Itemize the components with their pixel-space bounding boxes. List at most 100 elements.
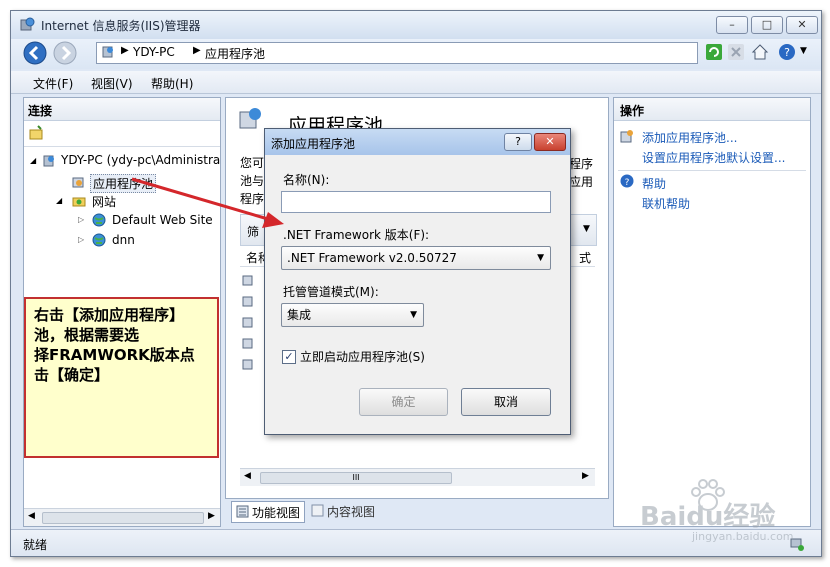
add-app-pool-dialog: 添加应用程序池 ? ✕ 名称(N): .NET Framework 版本(F):… bbox=[264, 128, 571, 435]
menu-help[interactable]: 帮助(H) bbox=[151, 75, 193, 92]
app-pool-icon[interactable] bbox=[242, 337, 254, 349]
pipeline-mode-selected-value: 集成 bbox=[287, 308, 312, 322]
divider bbox=[24, 146, 220, 147]
name-input[interactable] bbox=[281, 191, 551, 213]
crumb-separator-icon: ▶ bbox=[121, 45, 129, 56]
ok-button[interactable]: 确定 bbox=[359, 388, 448, 416]
action-add-app-pool[interactable]: 添加应用程序池... bbox=[642, 129, 737, 146]
cancel-button[interactable]: 取消 bbox=[461, 388, 551, 416]
filter-dropdown-icon[interactable]: ▼ bbox=[583, 224, 590, 234]
list-items bbox=[242, 274, 254, 374]
svg-text:?: ? bbox=[625, 178, 630, 188]
list-horizontal-scrollbar[interactable]: ◀ III ▶ bbox=[240, 468, 595, 486]
dialog-title-bar: 添加应用程序池 ? ✕ bbox=[265, 129, 570, 155]
help-icon[interactable]: ? bbox=[778, 43, 796, 61]
description-text: 程序 bbox=[240, 192, 265, 206]
help-icon: ? bbox=[620, 174, 634, 188]
divider bbox=[618, 170, 806, 171]
close-button[interactable]: ✕ bbox=[786, 16, 818, 34]
svg-text:?: ? bbox=[784, 46, 790, 59]
new-connection-icon[interactable] bbox=[28, 125, 44, 141]
tab-label: 功能视图 bbox=[252, 506, 301, 520]
connections-header: 连接 bbox=[24, 98, 220, 121]
expand-collapse-icon[interactable]: ◢ bbox=[56, 196, 62, 205]
note-line: 右击【添加应用程序】 bbox=[34, 306, 185, 324]
tree-item-app-pools[interactable]: 应用程序池 bbox=[90, 174, 157, 193]
iis-app-icon bbox=[20, 17, 35, 31]
maximize-button[interactable]: □ bbox=[751, 16, 783, 34]
expand-icon[interactable]: ▷ bbox=[78, 235, 84, 244]
dialog-title: 添加应用程序池 bbox=[271, 137, 356, 151]
description-text: 应用 bbox=[569, 175, 594, 189]
instruction-note: 右击【添加应用程序】 池，根据需要选 择FRAMWORK版本点 击【确定】 bbox=[24, 297, 219, 458]
dialog-close-button[interactable]: ✕ bbox=[534, 133, 566, 151]
note-line: 击【确定】 bbox=[34, 366, 110, 384]
description-text: 池与 bbox=[240, 174, 265, 188]
action-online-help[interactable]: 联机帮助 bbox=[642, 195, 690, 212]
tab-features-view[interactable]: 功能视图 bbox=[231, 501, 305, 523]
baidu-watermark: Baidu经验 jingyan.baidu.com bbox=[640, 478, 820, 548]
filter-label: 筛 bbox=[247, 225, 260, 239]
description-text: 程序 bbox=[569, 157, 594, 171]
app-pool-icon[interactable] bbox=[242, 295, 254, 307]
tab-label: 内容视图 bbox=[327, 505, 376, 519]
pipeline-mode-select[interactable]: 集成 ▼ bbox=[281, 303, 424, 327]
expand-collapse-icon[interactable]: ◢ bbox=[30, 156, 36, 165]
scroll-thumb[interactable]: III bbox=[260, 472, 452, 484]
status-text: 就绪 bbox=[23, 538, 48, 552]
home-icon[interactable] bbox=[751, 43, 769, 61]
tree-item-dnn[interactable]: dnn bbox=[112, 233, 135, 247]
refresh-icon[interactable] bbox=[706, 44, 722, 60]
app-pool-large-icon bbox=[239, 108, 261, 129]
connections-title: 连接 bbox=[28, 104, 53, 118]
menu-view[interactable]: 视图(V) bbox=[91, 75, 133, 92]
autostart-checkbox[interactable]: ✓ bbox=[282, 350, 296, 364]
framework-select[interactable]: .NET Framework v2.0.50727 ▼ bbox=[281, 246, 551, 270]
chevron-down-icon: ▼ bbox=[537, 253, 544, 263]
app-pool-icon[interactable] bbox=[242, 358, 254, 370]
pipeline-mode-label: 托管管道模式(M): bbox=[283, 285, 379, 299]
actions-header: 操作 bbox=[614, 98, 810, 121]
column-header-mode[interactable]: 式 bbox=[579, 249, 591, 266]
scroll-right-icon[interactable]: ▶ bbox=[208, 511, 215, 521]
window-title: Internet 信息服务(IIS)管理器 bbox=[41, 19, 201, 33]
tree-item-sites[interactable]: 网站 bbox=[92, 193, 116, 210]
globe-icon bbox=[92, 233, 106, 247]
expand-icon[interactable]: ▷ bbox=[78, 215, 84, 224]
scroll-thumb[interactable] bbox=[42, 512, 204, 524]
name-label: 名称(N): bbox=[283, 173, 330, 187]
menu-file[interactable]: 文件(F) bbox=[33, 75, 73, 92]
chevron-down-icon: ▼ bbox=[410, 310, 417, 320]
help-dropdown-icon[interactable]: ▼ bbox=[800, 46, 807, 56]
content-view-icon bbox=[311, 504, 324, 517]
tree-item-default-web-site[interactable]: Default Web Site bbox=[112, 213, 213, 227]
dialog-help-button[interactable]: ? bbox=[504, 133, 532, 151]
features-view-icon bbox=[236, 505, 249, 518]
stop-icon[interactable] bbox=[728, 44, 744, 60]
watermark-url: jingyan.baidu.com bbox=[692, 530, 794, 543]
crumb-app-pools[interactable]: 应用程序池 bbox=[205, 45, 265, 62]
back-button[interactable] bbox=[23, 41, 47, 65]
note-line: 择FRAMWORK版本点 bbox=[34, 346, 195, 364]
server-icon bbox=[102, 46, 113, 58]
horizontal-scrollbar[interactable]: ◀ ▶ bbox=[24, 508, 220, 526]
scroll-right-icon[interactable]: ▶ bbox=[582, 471, 589, 481]
globe-icon bbox=[92, 213, 106, 227]
app-pool-icon[interactable] bbox=[242, 274, 254, 286]
crumb-server[interactable]: YDY-PC bbox=[133, 45, 175, 59]
framework-selected-value: .NET Framework v2.0.50727 bbox=[287, 251, 457, 265]
watermark-brand: Baidu经验 bbox=[640, 502, 776, 532]
note-line: 池，根据需要选 bbox=[34, 326, 140, 344]
tab-content-view[interactable]: 内容视图 bbox=[309, 501, 381, 521]
forward-button[interactable] bbox=[53, 41, 77, 65]
address-field[interactable]: ▶ YDY-PC ▶ 应用程序池 bbox=[96, 42, 698, 64]
minimize-button[interactable]: – bbox=[716, 16, 748, 34]
tree-item-server[interactable]: YDY-PC (ydy-pc\Administra bbox=[61, 153, 220, 167]
scroll-left-icon[interactable]: ◀ bbox=[244, 471, 251, 481]
actions-pane: 操作 添加应用程序池... 设置应用程序池默认设置... ? 帮助 联机帮助 bbox=[613, 97, 811, 527]
action-set-defaults[interactable]: 设置应用程序池默认设置... bbox=[642, 149, 785, 166]
app-pool-icon[interactable] bbox=[242, 316, 254, 328]
add-app-pool-icon bbox=[620, 130, 633, 143]
scroll-left-icon[interactable]: ◀ bbox=[28, 511, 35, 521]
action-help[interactable]: 帮助 bbox=[642, 175, 666, 192]
